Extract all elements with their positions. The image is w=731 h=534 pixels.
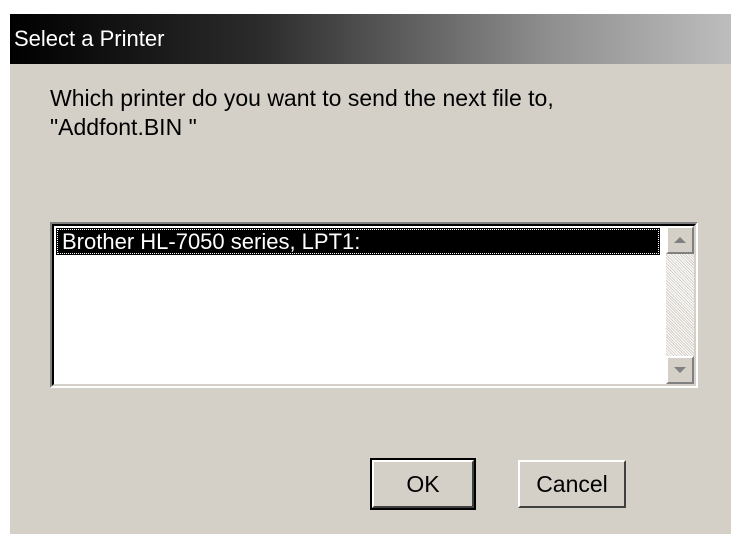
select-printer-dialog: Select a Printer Which printer do you wa… — [10, 14, 731, 534]
scroll-up-button[interactable] — [666, 226, 694, 254]
dialog-title-bar[interactable]: Select a Printer — [10, 14, 731, 64]
scroll-down-button[interactable] — [666, 356, 694, 384]
prompt-line-2: "Addfont.BIN " — [50, 114, 197, 140]
dialog-title: Select a Printer — [14, 26, 165, 51]
printer-listbox-frame: Brother HL-7050 series, LPT1: — [52, 224, 696, 386]
scroll-down-arrow-icon — [674, 367, 686, 373]
printer-listbox[interactable]: Brother HL-7050 series, LPT1: — [50, 222, 698, 388]
prompt-line-1: Which printer do you want to send the ne… — [50, 85, 554, 111]
ok-button[interactable]: OK — [370, 458, 476, 510]
scroll-up-arrow-icon — [674, 237, 686, 243]
cancel-button[interactable]: Cancel — [518, 460, 626, 508]
printer-list-item[interactable]: Brother HL-7050 series, LPT1: — [56, 228, 660, 255]
listbox-scrollbar[interactable] — [666, 226, 694, 384]
prompt-text: Which printer do you want to send the ne… — [50, 84, 710, 142]
